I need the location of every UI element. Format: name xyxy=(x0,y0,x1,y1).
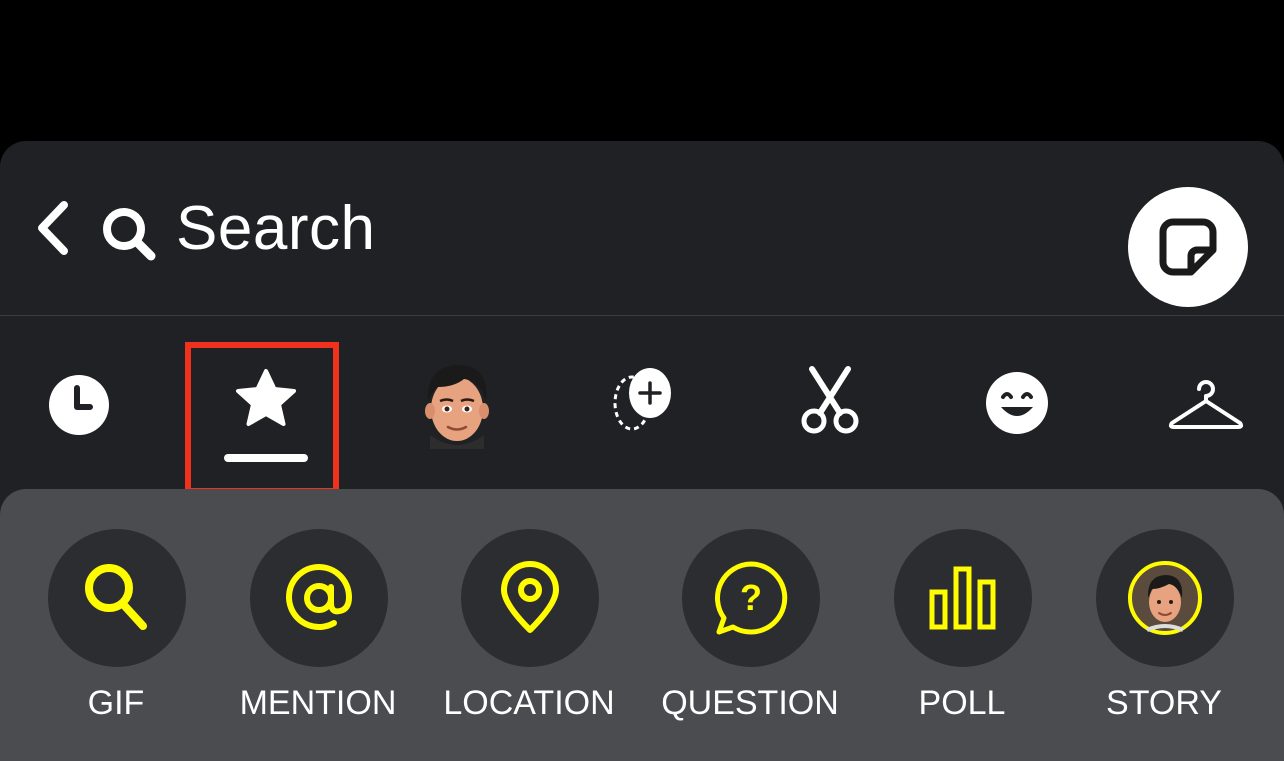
location-pin-icon xyxy=(501,561,559,633)
shortcut-tray: GIF MENTION LOCATION ? QUESTION POLL STO… xyxy=(0,489,1284,761)
at-sign-icon xyxy=(286,564,353,630)
create-sticker-button[interactable] xyxy=(1128,187,1248,307)
tab-clothing[interactable] xyxy=(1166,377,1246,433)
story-shortcut[interactable]: STORY xyxy=(1064,529,1264,749)
story-label: STORY xyxy=(1106,684,1222,722)
tab-emoji[interactable] xyxy=(984,370,1050,436)
tab-cutouts[interactable] xyxy=(798,365,862,435)
mention-shortcut[interactable]: MENTION xyxy=(218,529,418,749)
tab-create[interactable] xyxy=(610,363,674,435)
poll-bars-icon xyxy=(929,566,996,630)
gif-button[interactable] xyxy=(48,529,186,667)
sticker-icon xyxy=(1159,218,1217,276)
tab-recents[interactable] xyxy=(44,370,114,440)
story-button[interactable] xyxy=(1096,529,1234,667)
svg-text:?: ? xyxy=(740,577,762,618)
bitmoji-avatar-icon xyxy=(1128,561,1202,635)
smiley-face-icon xyxy=(986,372,1048,434)
search-icon xyxy=(100,205,158,263)
search-icon xyxy=(85,564,147,630)
poll-button[interactable] xyxy=(894,529,1032,667)
question-bubble-icon: ? xyxy=(715,561,788,635)
search-bar[interactable]: Search xyxy=(0,141,1284,315)
tab-bitmoji[interactable] xyxy=(414,357,500,449)
location-shortcut[interactable]: LOCATION xyxy=(429,529,629,749)
mention-button[interactable] xyxy=(250,529,388,667)
add-face-icon xyxy=(613,368,671,431)
chevron-left-icon xyxy=(38,201,68,255)
back-button[interactable] xyxy=(30,197,76,259)
sticker-picker-panel: Search GIF MENTION LOCATION ? QUESTION P… xyxy=(0,141,1284,761)
divider xyxy=(0,315,1284,316)
question-button[interactable]: ? xyxy=(682,529,820,667)
question-shortcut[interactable]: ? QUESTION xyxy=(650,529,850,749)
search-input[interactable]: Search xyxy=(176,193,375,265)
hanger-icon xyxy=(1168,380,1244,429)
highlight-box xyxy=(185,342,339,494)
bitmoji-avatar-icon xyxy=(425,365,489,449)
location-button[interactable] xyxy=(461,529,599,667)
scissors-icon xyxy=(801,366,859,434)
clock-icon xyxy=(49,375,109,435)
